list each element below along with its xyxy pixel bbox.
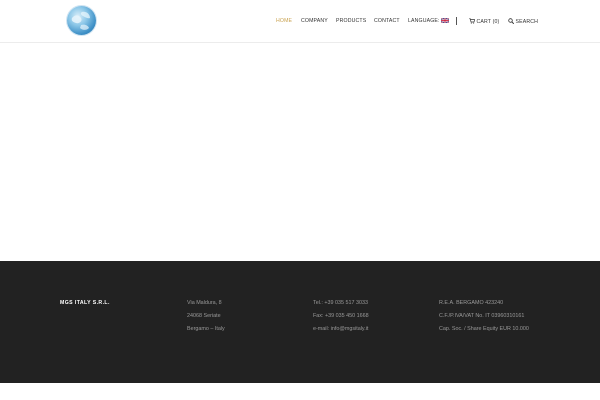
footer-rea: R.E.A. BERGAMO 423240: [439, 300, 504, 306]
site-footer: MGS ITALY S.R.L. Via Maldura, 8 24068 Se…: [0, 261, 600, 383]
nav-language-label: LANGUAGE:: [408, 18, 440, 24]
nav-company[interactable]: COMPANY: [301, 18, 328, 25]
footer-address: Via Maldura, 8 24068 Seriate Bergamo – I…: [187, 297, 225, 336]
footer-email[interactable]: e-mail: info@mgsitaly.it: [313, 323, 369, 336]
nav-cart-label: CART (0): [476, 19, 500, 25]
nav-home[interactable]: HOME: [276, 18, 292, 25]
nav-contact[interactable]: CONTACT: [374, 18, 400, 25]
footer-company-name: MGS ITALY S.R.L.: [60, 300, 110, 306]
nav-search-label: SEARCH: [515, 19, 539, 25]
cart-icon: [469, 18, 475, 24]
footer-vat: C.F./P.IVA/VAT No. IT 03960310161: [439, 313, 525, 319]
footer-contact: Tel.: +39 035 517 3033 Fax: +39 035 450 …: [313, 297, 369, 336]
nav-products[interactable]: PRODUCTS: [336, 18, 366, 25]
uk-flag-icon[interactable]: [440, 18, 449, 23]
nav-separator: [456, 17, 457, 25]
nav-language[interactable]: LANGUAGE:: [408, 18, 449, 25]
nav-search[interactable]: SEARCH: [508, 18, 538, 26]
footer-address-street: Via Maldura, 8: [187, 300, 222, 306]
footer-phone: Tel.: +39 035 517 3033: [313, 300, 369, 306]
footer-share-equity: Cap. Soc. / Share Equity EUR 10.000: [439, 326, 529, 332]
site-header: HOME COMPANY PRODUCTS CONTACT LANGUAGE: …: [0, 0, 600, 43]
footer-address-city: 24068 Seriate: [187, 313, 221, 319]
search-icon: [508, 18, 514, 24]
footer-fax: Fax: +39 035 450 1668: [313, 313, 369, 319]
footer-legal: R.E.A. BERGAMO 423240 C.F./P.IVA/VAT No.…: [439, 297, 529, 336]
footer-address-region: Bergamo – Italy: [187, 326, 225, 332]
main-navigation: HOME COMPANY PRODUCTS CONTACT LANGUAGE: …: [0, 17, 600, 28]
nav-cart[interactable]: CART (0): [469, 18, 499, 26]
